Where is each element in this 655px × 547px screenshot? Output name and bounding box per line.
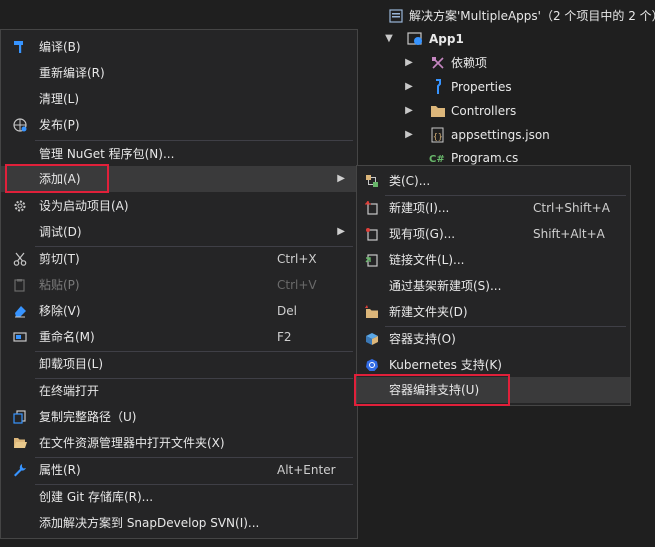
submenu-item-class[interactable]: 类(C)... [357, 168, 630, 194]
highlight-box-orchestration [354, 374, 510, 406]
tree-label: Properties [451, 80, 512, 94]
submenu-item-link-file[interactable]: 链接文件(L)... [357, 247, 630, 273]
menu-item-clean[interactable]: 清理(L) [1, 86, 357, 112]
wrench-icon [14, 464, 26, 477]
menu-item-open-folder-in-explorer[interactable]: 在文件资源管理器中打开文件夹(X) [1, 430, 357, 456]
new-item-icon [365, 201, 378, 215]
menu-item-create-git-repo[interactable]: 创建 Git 存储库(R)... [1, 484, 357, 510]
wrench-icon [436, 79, 441, 94]
menu-item-label: 通过基架新建项(S)... [389, 279, 502, 293]
menu-item-label: 重新编译(R) [39, 66, 105, 80]
submenu-item-scaffolded-item[interactable]: 通过基架新建项(S)... [357, 273, 630, 299]
link-file-icon [365, 254, 378, 267]
globe-icon [13, 118, 27, 132]
menu-item-label: 在终端打开 [39, 384, 100, 398]
folder-icon [431, 106, 445, 117]
paste-icon [14, 279, 25, 292]
project-label: App1 [429, 32, 464, 46]
dependencies-icon [432, 57, 444, 69]
menu-item-label: 清理(L) [39, 92, 80, 106]
menu-item-label: 发布(P) [39, 118, 80, 132]
container-icon [366, 333, 378, 345]
menu-item-label: 调试(D) [39, 225, 82, 239]
menu-item-label: 卸载项目(L) [39, 357, 104, 371]
tree-label: 依赖项 [451, 56, 488, 70]
eraser-icon [15, 306, 26, 318]
scissors-icon [13, 252, 27, 266]
open-folder-icon [14, 438, 27, 448]
submenu-item-new-item[interactable]: 新建项(I)... Ctrl+Shift+A [357, 195, 630, 221]
menu-item-label: 新建项(I)... [389, 201, 450, 215]
highlight-box-add [5, 164, 109, 193]
menu-item-build[interactable]: 编译(B) [1, 34, 357, 60]
tree-label: Controllers [451, 104, 517, 118]
json-file-icon: {} [431, 127, 444, 143]
submenu-item-container-support[interactable]: 容器支持(O) [357, 326, 630, 352]
solution-icon [389, 9, 403, 23]
menu-item-label: 现有项(G)... [389, 227, 456, 241]
menu-item-shortcut: Ctrl+Shift+A [533, 201, 610, 215]
menu-item-shortcut: Ctrl+V [277, 278, 317, 292]
menu-item-label: 重命名(M) [39, 330, 95, 344]
menu-item-label: 新建文件夹(D) [389, 305, 468, 319]
menu-item-label: 剪切(T) [39, 252, 80, 266]
submenu-item-new-folder[interactable]: 新建文件夹(D) [357, 299, 630, 325]
chevron-right-icon: ▶ [337, 173, 345, 184]
menu-item-label: 设为启动项目(A) [39, 199, 129, 213]
new-folder-icon [365, 305, 378, 318]
menu-item-label: 类(C)... [389, 174, 431, 188]
chevron-right-icon: ▶ [337, 226, 345, 237]
menu-item-shortcut: Del [277, 304, 297, 318]
svg-text:{}: {} [433, 132, 443, 141]
project-icon [407, 32, 422, 45]
menu-item-cut[interactable]: 剪切(T) Ctrl+X [1, 246, 357, 272]
menu-item-label: 粘贴(P) [39, 278, 80, 292]
menu-item-shortcut: Shift+Alt+A [533, 227, 605, 241]
menu-item-rename[interactable]: 重命名(M) F2 [1, 324, 357, 350]
submenu-item-existing-item[interactable]: 现有项(G)... Shift+Alt+A [357, 221, 630, 247]
rename-icon [13, 332, 27, 342]
chevron-down-icon[interactable]: ▼ [383, 27, 395, 51]
menu-item-publish[interactable]: 发布(P) [1, 112, 357, 138]
menu-item-shortcut: Ctrl+X [277, 252, 317, 266]
menu-item-shortcut: F2 [277, 330, 292, 344]
menu-item-set-startup[interactable]: 设为启动项目(A) [1, 193, 357, 219]
menu-item-copy-full-path[interactable]: 复制完整路径（U) [1, 404, 357, 430]
project-context-menu: 编译(B) 重新编译(R) 清理(L) 发布(P) 管理 NuGet 程序包(N… [0, 29, 358, 539]
chevron-right-icon[interactable]: ▶ [403, 51, 415, 75]
menu-item-rebuild[interactable]: 重新编译(R) [1, 60, 357, 86]
class-icon [366, 175, 378, 187]
tree-label: appsettings.json [451, 128, 550, 142]
menu-item-label: 移除(V) [39, 304, 81, 318]
hammer-icon [14, 41, 23, 53]
menu-item-unload-project[interactable]: 卸载项目(L) [1, 351, 357, 377]
menu-item-label: 创建 Git 存储库(R)... [39, 490, 154, 504]
menu-item-label: 添加解决方案到 SnapDevelop SVN(I)... [39, 516, 260, 530]
menu-item-open-in-terminal[interactable]: 在终端打开 [1, 378, 357, 404]
menu-item-debug[interactable]: 调试(D) ▶ [1, 219, 357, 245]
menu-item-label: 编译(B) [39, 40, 81, 54]
csharp-file-icon: C# [429, 154, 445, 165]
solution-label: 解决方案'MultipleApps'（2 个项目中的 2 个） [409, 9, 655, 23]
menu-item-label: 在文件资源管理器中打开文件夹(X) [39, 436, 225, 450]
menu-item-shortcut: Alt+Enter [277, 463, 336, 477]
menu-item-label: 复制完整路径（U) [39, 410, 137, 424]
menu-item-label: 属性(R) [39, 463, 81, 477]
copy-icon [13, 410, 26, 424]
menu-item-add-to-svn[interactable]: 添加解决方案到 SnapDevelop SVN(I)... [1, 510, 357, 536]
chevron-right-icon[interactable]: ▶ [403, 75, 415, 99]
existing-item-icon [366, 228, 378, 241]
menu-item-label: 容器支持(O) [389, 332, 456, 346]
gear-icon [14, 200, 26, 212]
chevron-right-icon[interactable]: ▶ [403, 99, 415, 123]
kubernetes-icon [366, 359, 378, 371]
chevron-right-icon[interactable]: ▶ [403, 123, 415, 147]
menu-item-paste[interactable]: 粘贴(P) Ctrl+V [1, 272, 357, 298]
svg-text:C#: C# [429, 154, 445, 165]
menu-item-label: 链接文件(L)... [389, 253, 465, 267]
add-submenu: 类(C)... 新建项(I)... Ctrl+Shift+A 现有项(G)...… [356, 165, 631, 406]
menu-item-remove[interactable]: 移除(V) Del [1, 298, 357, 324]
menu-item-properties[interactable]: 属性(R) Alt+Enter [1, 457, 357, 483]
